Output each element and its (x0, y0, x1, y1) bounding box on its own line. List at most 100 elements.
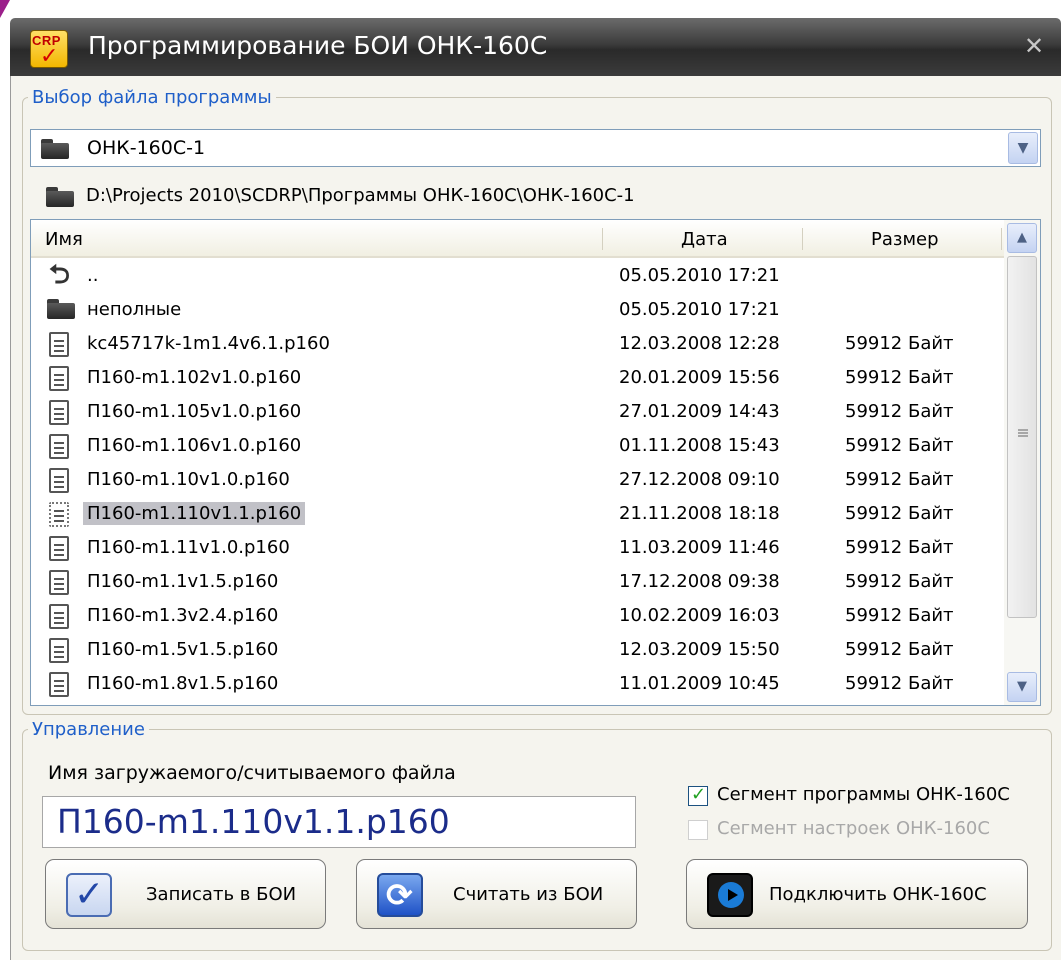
checkmark-icon: ✓ (691, 784, 707, 805)
file-icon (49, 468, 69, 493)
list-item[interactable]: П160-m1.10v1.0.p160 27.12.2008 09:10 599… (31, 464, 1004, 497)
scrollbar-thumb[interactable] (1007, 256, 1037, 618)
list-item[interactable]: П160-m1.105v1.0.p160 27.01.2009 14:43 59… (31, 396, 1004, 429)
app-window: CRP ✓ Программирование БОИ ОНК-160С ✕ Вы… (0, 0, 1061, 960)
column-header-name[interactable]: Имя (45, 229, 83, 250)
folder-combobox[interactable]: ОНК-160С-1 ▼ (30, 129, 1041, 167)
list-item-date: 12.03.2009 15:50 (619, 639, 780, 660)
list-item-date: 05.05.2010 17:21 (619, 299, 780, 320)
connect-button[interactable]: Подключить ОНК-160С (686, 859, 1028, 929)
file-selection-legend: Выбор файла программы (28, 87, 276, 109)
list-item[interactable]: П160-m1.8v1.5.p160 11.01.2009 10:45 5991… (31, 668, 1004, 701)
list-item-size: 59912 Байт (845, 469, 954, 490)
column-divider[interactable] (602, 228, 603, 250)
file-icon (49, 570, 69, 595)
vertical-scrollbar[interactable]: ▲ ▼ (1004, 220, 1040, 705)
list-item-name: П160-m1.8v1.5.p160 (87, 673, 279, 694)
list-item-date: 27.12.2008 09:10 (619, 469, 780, 490)
list-item-name: П160-m1.102v1.0.p160 (87, 367, 302, 388)
folder-combobox-value: ОНК-160С-1 (87, 137, 206, 159)
list-item-name: П160-m1.110v1.1.p160 (83, 502, 306, 525)
list-item-date: 27.01.2009 14:43 (619, 401, 780, 422)
folder-icon (41, 139, 69, 159)
list-item[interactable]: П160-m1.11v1.0.p160 11.03.2009 11:46 599… (31, 532, 1004, 565)
filename-value: П160-m1.110v1.1.p160 (57, 802, 450, 841)
window-title: Программирование БОИ ОНК-160С (88, 31, 548, 60)
refresh-icon: ⟳ (377, 873, 423, 917)
read-button[interactable]: ⟳ Считать из БОИ (356, 859, 637, 929)
chevron-down-icon[interactable]: ▼ (1008, 132, 1038, 164)
title-bar[interactable]: CRP ✓ Программирование БОИ ОНК-160С ✕ (10, 18, 1061, 76)
list-item-name: П160-m1.3v2.4.p160 (87, 605, 279, 626)
list-item[interactable]: неполные 05.05.2010 17:21 (31, 294, 1004, 327)
column-header-date[interactable]: Дата (681, 229, 728, 250)
list-item-size: 59912 Байт (845, 537, 954, 558)
scroll-down-button[interactable]: ▼ (1007, 672, 1037, 702)
column-divider[interactable] (1001, 228, 1002, 250)
file-icon (49, 366, 69, 391)
grip-icon (1018, 429, 1028, 437)
checkmark-icon: ✓ (40, 44, 59, 69)
list-item-size: 59912 Байт (845, 503, 954, 524)
file-icon (49, 434, 69, 459)
column-divider[interactable] (802, 228, 803, 250)
list-item-size: 59912 Байт (845, 401, 954, 422)
segment-program-label[interactable]: Сегмент программы ОНК-160С (717, 784, 1010, 805)
list-item-name: kc45717k-1m1.4v6.1.p160 (87, 333, 330, 354)
list-item-name: П160-m1.1v1.5.p160 (87, 571, 279, 592)
file-icon (49, 536, 69, 561)
list-item-size: 59912 Байт (845, 367, 954, 388)
list-item-date: 20.01.2009 15:56 (619, 367, 780, 388)
control-legend: Управление (28, 719, 149, 741)
list-item-date: 12.03.2008 12:28 (619, 333, 780, 354)
connect-button-label: Подключить ОНК-160С (769, 884, 987, 905)
list-item-size: 59912 Байт (845, 435, 954, 456)
corner-mark (0, 0, 10, 18)
folder-icon (46, 187, 74, 207)
scroll-up-button[interactable]: ▲ (1007, 223, 1037, 253)
file-icon (49, 672, 69, 697)
list-item[interactable]: П160-m1.3v2.4.p160 10.02.2009 16:03 5991… (31, 600, 1004, 633)
list-item-size: 59912 Байт (845, 571, 954, 592)
list-item[interactable]: П160-m1.102v1.0.p160 20.01.2009 15:56 59… (31, 362, 1004, 395)
list-item-name: .. (87, 265, 99, 286)
list-item-date: 05.05.2010 17:21 (619, 265, 780, 286)
list-item-name: П160-m1.105v1.0.p160 (87, 401, 302, 422)
list-item[interactable]: П160-m1.1v1.5.p160 17.12.2008 09:38 5991… (31, 566, 1004, 599)
segment-program-checkbox[interactable]: ✓ (688, 784, 708, 806)
list-item-date: 01.11.2008 15:43 (619, 435, 780, 456)
file-list-header: Имя Дата Размер (31, 220, 1004, 258)
play-icon (707, 873, 753, 917)
file-icon (49, 400, 69, 425)
column-header-size[interactable]: Размер (871, 229, 939, 250)
list-item[interactable]: П160-m1.5v1.5.p160 12.03.2009 15:50 5991… (31, 634, 1004, 667)
list-item[interactable]: П160-m1.106v1.0.p160 01.11.2008 15:43 59… (31, 430, 1004, 463)
folder-icon (47, 299, 75, 319)
read-button-label: Считать из БОИ (453, 884, 604, 905)
close-button[interactable]: ✕ (1017, 31, 1051, 61)
checkbox-icon: ✓ (66, 873, 112, 917)
app-crp-icon: CRP ✓ (30, 30, 68, 68)
list-item-name: П160-m1.5v1.5.p160 (87, 639, 279, 660)
list-item-selected[interactable]: П160-m1.110v1.1.p160 21.11.2008 18:18 59… (31, 498, 1004, 531)
list-item-name: П160-m1.106v1.0.p160 (87, 435, 302, 456)
list-item-size: 59912 Байт (845, 333, 954, 354)
list-item-date: 11.01.2009 10:45 (619, 673, 780, 694)
file-list[interactable]: Имя Дата Размер ⮌ .. 05.05.2010 17:21 не… (30, 219, 1041, 706)
filename-label: Имя загружаемого/считываемого файла (48, 762, 456, 784)
write-button-label: Записать в БОИ (146, 884, 297, 905)
segment-settings-checkbox[interactable] (688, 820, 708, 840)
list-item[interactable]: ⮌ .. 05.05.2010 17:21 (31, 260, 1004, 293)
list-item-size: 59912 Байт (845, 605, 954, 626)
file-icon (49, 332, 69, 357)
file-icon (49, 604, 69, 629)
list-item-name: П160-m1.11v1.0.p160 (87, 537, 290, 558)
list-item[interactable]: kc45717k-1m1.4v6.1.p160 12.03.2008 12:28… (31, 328, 1004, 361)
list-item-date: 11.03.2009 11:46 (619, 537, 780, 558)
segment-settings-label[interactable]: Сегмент настроек ОНК-160С (717, 818, 990, 839)
list-item-date: 21.11.2008 18:18 (619, 503, 780, 524)
filename-field[interactable]: П160-m1.110v1.1.p160 (42, 796, 636, 848)
current-path: D:\Projects 2010\SCDRP\Программы ОНК-160… (86, 185, 635, 206)
list-item-date: 17.12.2008 09:38 (619, 571, 780, 592)
write-button[interactable]: ✓ Записать в БОИ (45, 859, 326, 929)
